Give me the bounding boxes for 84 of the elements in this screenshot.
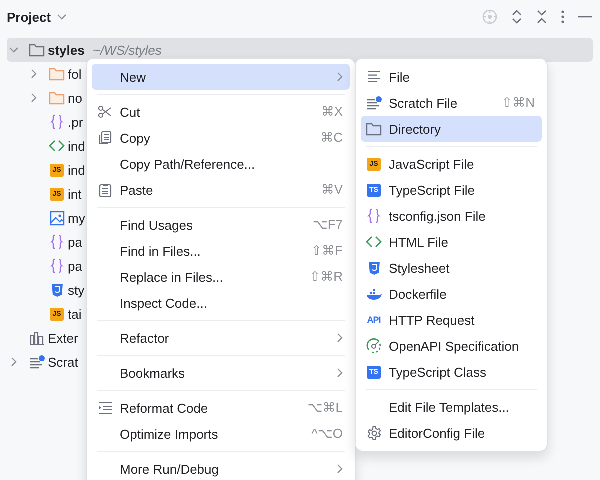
menu-item[interactable]: File bbox=[361, 64, 542, 90]
scratch-file-icon bbox=[29, 355, 45, 369]
menu-item[interactable]: Find Usages ⌥F7 bbox=[92, 212, 350, 238]
more-icon[interactable] bbox=[561, 10, 565, 24]
shortcut-label: ⌘C bbox=[320, 130, 343, 146]
menu-item[interactable]: tsconfig.json File bbox=[361, 203, 542, 229]
scissors-icon bbox=[98, 105, 112, 119]
shortcut-label: ⌥F7 bbox=[312, 217, 343, 233]
tree-item[interactable]: my bbox=[68, 210, 86, 226]
api-icon: API bbox=[367, 315, 381, 325]
css-shield-icon bbox=[50, 282, 64, 298]
folder-icon bbox=[29, 43, 45, 57]
folder-path: ~/WS/styles bbox=[92, 42, 162, 58]
menu-item[interactable]: Optimize Imports ^⌥O bbox=[92, 421, 350, 447]
menu-item[interactable]: Stylesheet bbox=[361, 255, 542, 281]
text-lines-icon bbox=[367, 71, 381, 83]
clipboard-icon bbox=[98, 182, 112, 198]
menu-item[interactable]: OpenAPI Specification bbox=[361, 333, 542, 359]
chevron-right-icon[interactable] bbox=[31, 69, 37, 79]
angle-brackets-icon bbox=[366, 236, 382, 248]
menu-item[interactable]: New bbox=[92, 64, 350, 90]
menu-item[interactable]: EditorConfig File bbox=[361, 420, 542, 446]
shortcut-label: ⇧⌘N bbox=[502, 95, 535, 111]
menu-item[interactable]: Replace in Files... ⇧⌘R bbox=[92, 264, 350, 290]
tree-item[interactable]: pa bbox=[68, 234, 82, 250]
indent-lines-icon bbox=[98, 402, 112, 414]
library-icon bbox=[29, 330, 45, 346]
folder-icon bbox=[49, 91, 65, 105]
shortcut-label: ⌥⌘L bbox=[308, 400, 343, 416]
menu-item[interactable]: HTML File bbox=[361, 229, 542, 255]
whale-icon bbox=[366, 288, 382, 300]
menu-item[interactable]: Edit File Templates... bbox=[361, 394, 542, 420]
minimize-icon[interactable] bbox=[578, 16, 592, 18]
tree-item[interactable]: ind bbox=[68, 138, 86, 154]
chevron-right-icon[interactable] bbox=[31, 93, 37, 103]
chevron-down-icon[interactable] bbox=[57, 14, 68, 20]
folder-icon bbox=[366, 122, 382, 136]
css-shield-icon bbox=[368, 260, 380, 276]
angle-brackets-icon bbox=[49, 140, 65, 152]
image-icon bbox=[50, 210, 64, 226]
tree-item[interactable]: int bbox=[68, 186, 82, 202]
chevron-down-icon[interactable] bbox=[9, 47, 19, 53]
menu-item[interactable]: Directory bbox=[361, 116, 542, 142]
tree-item[interactable]: ind bbox=[68, 162, 86, 178]
menu-item[interactable]: Scratch File ⇧⌘N bbox=[361, 90, 542, 116]
shortcut-label: ⇧⌘F bbox=[311, 243, 343, 259]
shortcut-label: ⌘V bbox=[321, 182, 343, 198]
folder-icon bbox=[49, 67, 65, 81]
menu-item[interactable]: Inspect Code... bbox=[92, 290, 350, 316]
braces-icon bbox=[50, 258, 64, 274]
folder-name: styles bbox=[48, 42, 85, 58]
tree-item[interactable]: no bbox=[68, 90, 82, 106]
menu-item[interactable]: Cut ⌘X bbox=[92, 99, 350, 125]
braces-icon bbox=[367, 208, 381, 224]
tree-item[interactable]: tai bbox=[68, 306, 82, 322]
shortcut-label: ^⌥O bbox=[312, 426, 343, 442]
scratch-file-icon bbox=[366, 96, 382, 110]
shortcut-label: ⇧⌘R bbox=[310, 269, 343, 285]
gear-icon bbox=[366, 426, 382, 440]
panel-title: Project bbox=[7, 10, 52, 24]
tree-item[interactable]: .pr bbox=[68, 114, 84, 130]
chevron-right-icon[interactable] bbox=[11, 357, 17, 367]
menu-item[interactable]: API HTTP Request bbox=[361, 307, 542, 333]
shortcut-label: ⌘X bbox=[321, 104, 343, 120]
tree-item[interactable]: sty bbox=[68, 282, 85, 298]
tree-item[interactable]: fol bbox=[68, 66, 82, 82]
tree-item[interactable]: pa bbox=[68, 258, 82, 274]
expand-all-icon[interactable] bbox=[511, 9, 523, 25]
openapi-icon bbox=[366, 338, 382, 354]
menu-item[interactable]: Copy ⌘C bbox=[92, 125, 350, 151]
menu-item[interactable]: Find in Files... ⇧⌘F bbox=[92, 238, 350, 264]
menu-item[interactable]: Dockerfile bbox=[361, 281, 542, 307]
tree-item[interactable]: Exter bbox=[48, 330, 78, 346]
copy-icon bbox=[98, 131, 112, 145]
tree-item[interactable]: Scrat bbox=[48, 354, 78, 370]
menu-item[interactable]: Refactor bbox=[92, 325, 350, 351]
braces-icon bbox=[50, 114, 64, 130]
menu-item[interactable]: Reformat Code ⌥⌘L bbox=[92, 395, 350, 421]
menu-item[interactable]: More Run/Debug bbox=[92, 456, 350, 480]
menu-item[interactable]: Paste ⌘V bbox=[92, 177, 350, 203]
menu-item[interactable]: Bookmarks bbox=[92, 360, 350, 386]
menu-item[interactable]: Copy Path/Reference... bbox=[92, 151, 350, 177]
collapse-all-icon[interactable] bbox=[536, 9, 548, 25]
braces-icon bbox=[50, 234, 64, 250]
